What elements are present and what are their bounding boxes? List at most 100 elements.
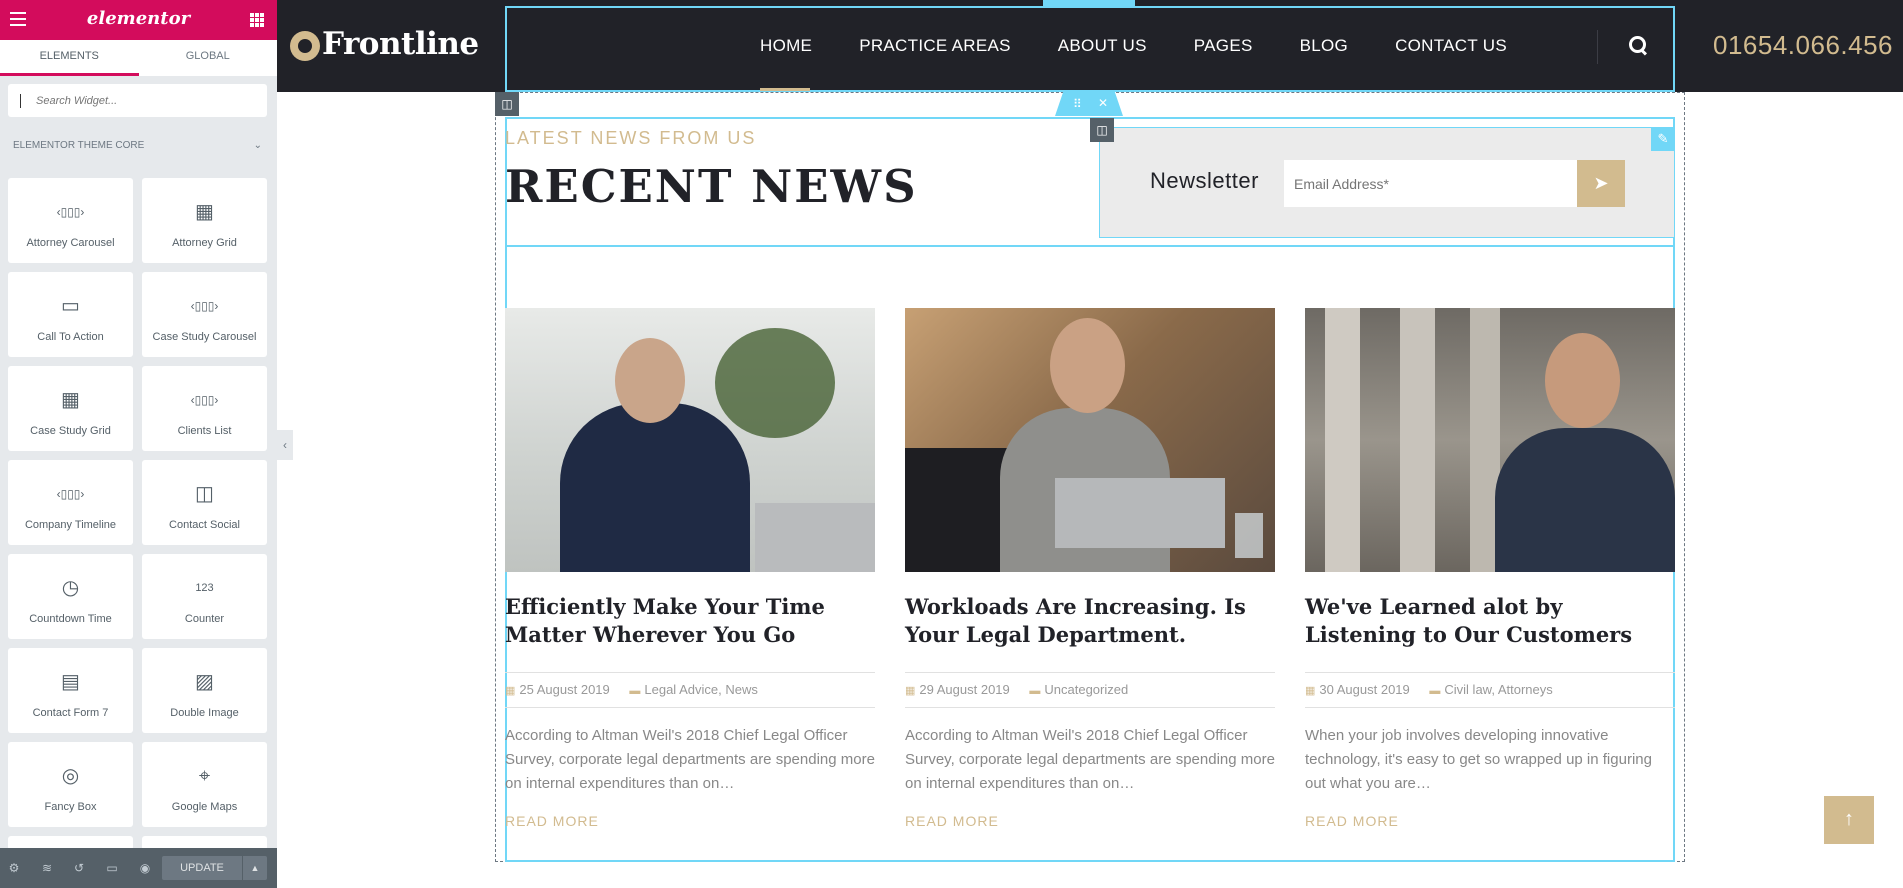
arrow-up-icon: ↑ — [1844, 808, 1854, 830]
email-field[interactable] — [1284, 160, 1577, 207]
post-date: 30 August 2019 — [1319, 682, 1410, 697]
post-categories[interactable]: Civil law, Attorneys — [1444, 682, 1552, 697]
post-title[interactable]: We've Learned alot by Listening to Our C… — [1305, 593, 1675, 649]
post-categories[interactable]: Legal Advice, News — [644, 682, 757, 697]
nav-pages[interactable]: PAGES — [1194, 24, 1253, 68]
form-icon: ▤ — [61, 671, 80, 693]
map-icon: ⌖ — [198, 765, 211, 787]
glass-shape — [1235, 513, 1263, 558]
widget-google-maps[interactable]: ⌖ Google Maps — [142, 742, 267, 827]
grid-icon: ▦ — [195, 201, 214, 223]
widget-company-timeline[interactable]: ‹▯▯▯› Company Timeline — [8, 460, 133, 545]
social-icon: ◫ — [195, 483, 214, 505]
widget-search — [8, 84, 267, 117]
widget-clients-list[interactable]: ‹▯▯▯› Clients List — [142, 366, 267, 451]
nav-about-us[interactable]: ABOUT US — [1058, 24, 1147, 68]
post-date: 25 August 2019 — [519, 682, 610, 697]
folder-icon: ▬ — [629, 685, 641, 697]
widget-double-image[interactable]: ▨ Double Image — [142, 648, 267, 733]
scroll-to-top-button[interactable]: ↑ — [1824, 796, 1874, 844]
edit-pencil-icon[interactable]: ✎ — [1651, 127, 1675, 151]
widget-countdown-time[interactable]: ◷ Countdown Time — [8, 554, 133, 639]
carousel-icon: ‹▯▯▯› — [190, 393, 219, 407]
post-card: We've Learned alot by Listening to Our C… — [1305, 308, 1675, 829]
column-handle-icon[interactable]: ◫ — [1090, 118, 1114, 142]
post-title[interactable]: Efficiently Make Your Time Matter Wherev… — [505, 593, 875, 649]
section-handle[interactable]: ⠿ ✕ — [1055, 92, 1123, 116]
post-excerpt: When your job involves developing innova… — [1305, 727, 1652, 792]
post-image[interactable] — [1305, 308, 1675, 572]
category-title: ELEMENTOR THEME CORE — [13, 140, 145, 151]
tab-global[interactable]: GLOBAL — [139, 40, 278, 76]
widget-counter[interactable]: 123 Counter — [142, 554, 267, 639]
widget-label: Google Maps — [171, 801, 238, 813]
post-excerpt: According to Altman Weil's 2018 Chief Le… — [505, 727, 875, 792]
nav-home[interactable]: HOME — [760, 24, 812, 68]
gear-icon[interactable]: ⚙ — [7, 861, 21, 875]
apps-grid-icon[interactable] — [250, 13, 264, 27]
panel-tabs: ELEMENTS GLOBAL — [0, 40, 277, 76]
widget-contact-form-7[interactable]: ▤ Contact Form 7 — [8, 648, 133, 733]
eye-icon[interactable]: ◉ — [138, 861, 152, 875]
layers-icon[interactable]: ≋ — [40, 861, 54, 875]
calendar-icon: ▦ — [905, 685, 916, 697]
post-excerpt: According to Altman Weil's 2018 Chief Le… — [905, 727, 1275, 792]
widget-attorney-grid[interactable]: ▦ Attorney Grid — [142, 178, 267, 263]
lion-emblem-icon — [290, 31, 320, 61]
widget-label: Clients List — [177, 425, 232, 437]
widget-label: Case Study Grid — [30, 425, 111, 437]
search-icon[interactable] — [1629, 36, 1649, 56]
history-icon[interactable]: ↺ — [72, 861, 86, 875]
panel-header: elementor — [0, 0, 277, 40]
newsletter-title: Newsletter — [1150, 168, 1259, 193]
widget-label: Company Timeline — [24, 519, 117, 531]
post-card: Efficiently Make Your Time Matter Wherev… — [505, 308, 875, 829]
read-more-link[interactable]: READ MORE — [905, 813, 1275, 829]
widget-label: Attorney Carousel — [26, 237, 115, 249]
widget-label: Case Study Carousel — [152, 331, 257, 343]
search-widget-input[interactable] — [8, 84, 267, 117]
post-title[interactable]: Workloads Are Increasing. Is Your Legal … — [905, 593, 1275, 649]
widget-case-study-grid[interactable]: ▦ Case Study Grid — [8, 366, 133, 451]
post-image[interactable] — [905, 308, 1275, 572]
plant-shape — [715, 328, 835, 438]
person-shape — [560, 403, 750, 572]
close-icon[interactable]: ✕ — [1098, 96, 1108, 110]
send-button[interactable]: ➤ — [1577, 160, 1625, 207]
laptop-shape — [1055, 478, 1225, 548]
tab-elements[interactable]: ELEMENTS — [0, 40, 139, 76]
elementor-panel: elementor ELEMENTS GLOBAL ELEMENTOR THEM… — [0, 0, 277, 888]
nav-blog[interactable]: BLOG — [1300, 24, 1348, 68]
widget-case-study-carousel[interactable]: ‹▯▯▯› Case Study Carousel — [142, 272, 267, 357]
chevron-up-icon[interactable]: ▲ — [243, 856, 267, 880]
responsive-icon[interactable]: ▭ — [105, 861, 119, 875]
widget-contact-social[interactable]: ◫ Contact Social — [142, 460, 267, 545]
calendar-icon: ▦ — [505, 685, 516, 697]
widget-attorney-carousel[interactable]: ‹▯▯▯› Attorney Carousel — [8, 178, 133, 263]
section-title: RECENT NEWS — [505, 160, 918, 213]
widget-label: Call To Action — [37, 331, 104, 343]
nav-practice-areas[interactable]: PRACTICE AREAS — [859, 24, 1011, 68]
nav-contact-us[interactable]: CONTACT US — [1395, 24, 1507, 68]
person-head-shape — [615, 338, 685, 423]
post-image[interactable] — [505, 308, 875, 572]
carousel-icon: ‹▯▯▯› — [56, 487, 85, 501]
post-categories[interactable]: Uncategorized — [1044, 682, 1128, 697]
read-more-link[interactable]: READ MORE — [505, 813, 875, 829]
read-more-link[interactable]: READ MORE — [1305, 813, 1675, 829]
widget-call-to-action[interactable]: ▭ Call To Action — [8, 272, 133, 357]
category-header[interactable]: ELEMENTOR THEME CORE ⌄ — [13, 140, 264, 151]
widget-list: ‹▯▯▯› Attorney Carousel ▦ Attorney Grid … — [8, 178, 267, 850]
column-handle-icon[interactable]: ◫ — [495, 92, 519, 116]
widget-label: Fancy Box — [44, 801, 97, 813]
collapse-panel-handle[interactable]: ‹ — [277, 430, 293, 460]
panel-footer: ⚙ ≋ ↺ ▭ ◉ UPDATE ▲ — [0, 848, 277, 888]
paper-plane-icon: ➤ — [1593, 173, 1609, 193]
widget-fancy-box[interactable]: ◎ Fancy Box — [8, 742, 133, 827]
drag-icon[interactable]: ⠿ — [1073, 97, 1082, 111]
person-head-shape — [1050, 318, 1125, 413]
phone-number[interactable]: 01654.066.456 — [1713, 30, 1893, 61]
column-shape — [1400, 308, 1435, 572]
update-button[interactable]: UPDATE — [162, 856, 242, 880]
laptop-shape — [755, 503, 875, 572]
